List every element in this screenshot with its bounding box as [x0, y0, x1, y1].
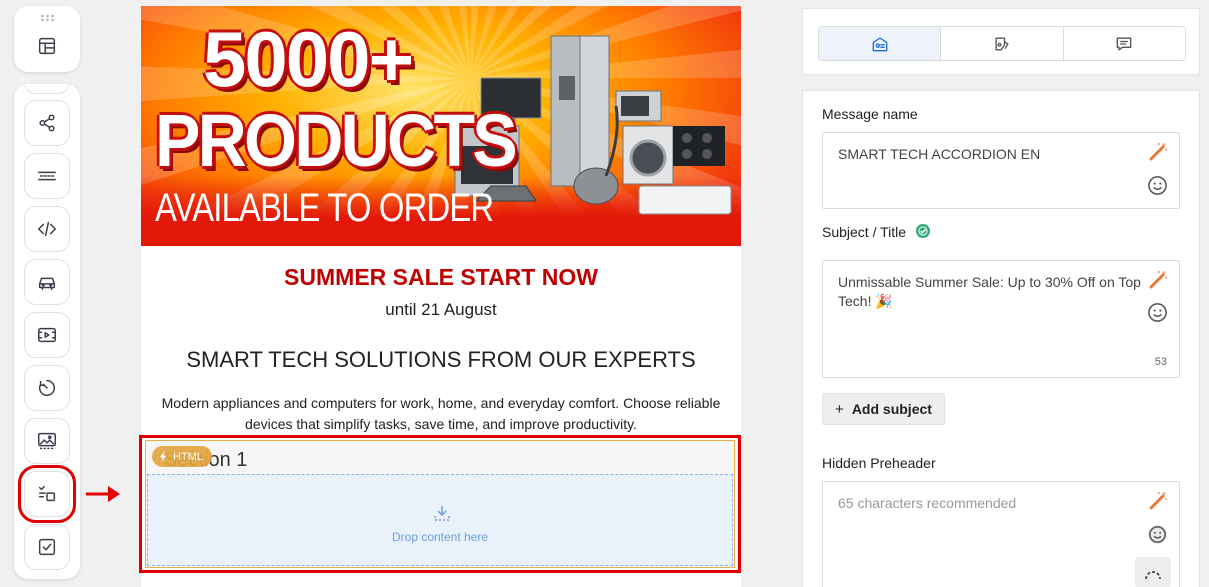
- banner-headline-products: PRODUCTS: [155, 99, 518, 182]
- layout-icon: [38, 37, 56, 55]
- tool-rail: [14, 84, 80, 579]
- magic-wand-icon[interactable]: [1147, 141, 1169, 163]
- banner-subheadline: AVAILABLE TO ORDER: [155, 186, 494, 230]
- code-tool-button[interactable]: [24, 206, 70, 252]
- magic-wand-icon[interactable]: [1147, 490, 1169, 512]
- message-name-field[interactable]: SMART TECH ACCORDION EN: [822, 132, 1180, 209]
- intro-paragraph[interactable]: Modern appliances and computers for work…: [155, 393, 727, 435]
- section-heading[interactable]: SMART TECH SOLUTIONS FROM OUR EXPERTS: [141, 347, 741, 373]
- html-badge[interactable]: HTML: [152, 446, 212, 467]
- accordion-section-block[interactable]: Section 1 HTML Drop content here: [139, 435, 741, 573]
- settings-tabs-panel: [802, 8, 1200, 75]
- tab-settings[interactable]: [819, 27, 942, 60]
- promo-banner[interactable]: 5000+ PRODUCTS AVAILABLE TO ORDER: [141, 6, 741, 246]
- timer-tool-button[interactable]: [24, 365, 70, 411]
- divider-icon: [38, 171, 56, 181]
- settings-tabs: [818, 26, 1186, 61]
- drop-download-icon: [432, 503, 452, 523]
- comment-icon: [1116, 37, 1132, 50]
- accordion-tool-button[interactable]: [18, 465, 76, 523]
- html-badge-label: HTML: [173, 450, 203, 463]
- message-settings-form: Message name SMART TECH ACCORDION EN Sub…: [802, 90, 1200, 587]
- accordion-icon: [38, 485, 56, 502]
- checkbox-icon: [38, 538, 56, 556]
- drop-zone-text: Drop content here: [391, 530, 489, 544]
- emoji-icon[interactable]: [1147, 302, 1168, 323]
- subject-char-counter: 53: [1154, 356, 1167, 368]
- timer-icon: [38, 379, 56, 396]
- scroll-hidden-tool[interactable]: [24, 84, 70, 94]
- divider-tool-button[interactable]: [24, 153, 70, 199]
- preheader-field[interactable]: 65 characters recommended: [822, 481, 1180, 587]
- car-tool-button[interactable]: [24, 259, 70, 305]
- paint-icon: [995, 37, 1009, 50]
- subject-value[interactable]: Unmissable Summer Sale: Up to 30% Off on…: [838, 273, 1143, 311]
- code-icon: [38, 221, 56, 237]
- emoji-icon[interactable]: [1147, 524, 1168, 545]
- email-canvas: 5000+ PRODUCTS AVAILABLE TO ORDER SUMMER…: [139, 6, 741, 587]
- emoji-icon[interactable]: [1147, 175, 1168, 196]
- tool-rail-header: [14, 6, 80, 72]
- valid-check-icon: [915, 223, 931, 239]
- banner-headline-number: 5000+: [203, 15, 414, 103]
- preheader-placeholder: 65 characters recommended: [838, 495, 1017, 511]
- plus-icon: +: [835, 400, 844, 418]
- video-icon: [38, 327, 56, 343]
- tab-style[interactable]: [941, 27, 1064, 60]
- drag-handle-icon[interactable]: [40, 14, 54, 22]
- add-subject-label: Add subject: [851, 401, 932, 417]
- spinner-icon: [1145, 571, 1161, 580]
- message-name-value[interactable]: SMART TECH ACCORDION EN: [838, 145, 1143, 164]
- image-icon: [38, 432, 56, 450]
- message-name-label: Message name: [822, 106, 918, 122]
- layout-tool-button[interactable]: [24, 23, 70, 69]
- car-icon: [38, 277, 56, 291]
- share-tool-button[interactable]: [24, 100, 70, 146]
- subject-field[interactable]: Unmissable Summer Sale: Up to 30% Off on…: [822, 260, 1180, 378]
- subject-label: Subject / Title: [822, 224, 907, 240]
- accordion-section-inner: Section 1 HTML Drop content here: [145, 440, 735, 568]
- lightning-icon: [159, 451, 167, 462]
- video-tool-button[interactable]: [24, 312, 70, 358]
- preheader-label: Hidden Preheader: [822, 455, 936, 471]
- settings-card-icon: [872, 37, 887, 51]
- tab-comments[interactable]: [1064, 27, 1185, 60]
- drop-zone[interactable]: Drop content here: [147, 474, 733, 566]
- share-icon: [39, 114, 55, 132]
- loading-spinner-button[interactable]: [1135, 557, 1171, 587]
- checkbox-tool-button[interactable]: [24, 524, 70, 570]
- annotation-arrow-icon: [86, 486, 120, 502]
- image-tool-button[interactable]: [24, 418, 70, 464]
- sale-date-text[interactable]: until 21 August: [141, 300, 741, 320]
- add-subject-button[interactable]: + Add subject: [822, 393, 945, 425]
- magic-wand-icon[interactable]: [1147, 269, 1169, 291]
- sale-heading[interactable]: SUMMER SALE START NOW: [141, 264, 741, 291]
